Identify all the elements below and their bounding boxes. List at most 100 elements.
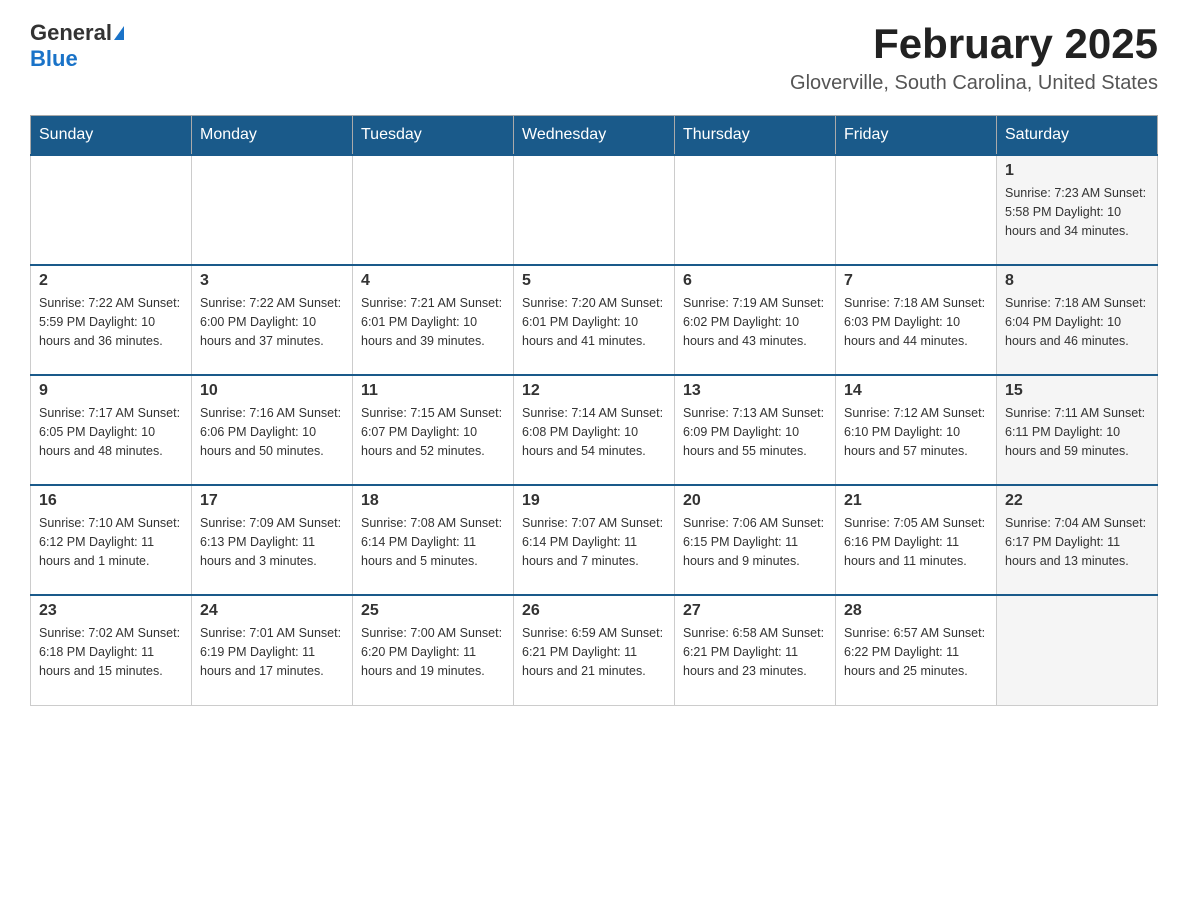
title-block: February 2025 Gloverville, South Carolin… [790,20,1158,95]
day-number: 14 [844,382,988,400]
calendar-cell: 24 Sunrise: 7:01 AM Sunset: 6:19 PM Dayli… [192,595,353,705]
day-info: Sunrise: 6:58 AM Sunset: 6:21 PM Dayligh… [683,624,827,680]
day-info: Sunrise: 6:57 AM Sunset: 6:22 PM Dayligh… [844,624,988,680]
day-number: 16 [39,492,183,510]
calendar-cell: 7 Sunrise: 7:18 AM Sunset: 6:03 PM Daylig… [836,265,997,375]
logo-general-text: General [30,20,112,46]
day-number: 21 [844,492,988,510]
weekday-header-wednesday: Wednesday [514,116,675,156]
weekday-header-tuesday: Tuesday [353,116,514,156]
subtitle: Gloverville, South Carolina, United Stat… [790,72,1158,95]
day-number: 1 [1005,162,1149,180]
week-row-3: 9 Sunrise: 7:17 AM Sunset: 6:05 PM Daylig… [31,375,1158,485]
calendar-cell: 19 Sunrise: 7:07 AM Sunset: 6:14 PM Dayli… [514,485,675,595]
week-row-1: 1 Sunrise: 7:23 AM Sunset: 5:58 PM Daylig… [31,155,1158,265]
day-info: Sunrise: 7:08 AM Sunset: 6:14 PM Dayligh… [361,514,505,570]
calendar-cell: 13 Sunrise: 7:13 AM Sunset: 6:09 PM Dayli… [675,375,836,485]
day-number: 13 [683,382,827,400]
day-info: Sunrise: 7:15 AM Sunset: 6:07 PM Dayligh… [361,404,505,460]
day-number: 18 [361,492,505,510]
logo-triangle-icon [114,26,124,40]
calendar-cell: 9 Sunrise: 7:17 AM Sunset: 6:05 PM Daylig… [31,375,192,485]
calendar-cell [675,155,836,265]
day-info: Sunrise: 7:23 AM Sunset: 5:58 PM Dayligh… [1005,184,1149,240]
logo: General Blue [30,20,124,72]
calendar-cell: 15Sunrise: 7:11 AM Sunset: 6:11 PM Dayli… [997,375,1158,485]
calendar-cell: 26 Sunrise: 6:59 AM Sunset: 6:21 PM Dayli… [514,595,675,705]
day-number: 22 [1005,492,1149,510]
day-number: 19 [522,492,666,510]
day-number: 24 [200,602,344,620]
day-info: Sunrise: 7:22 AM Sunset: 5:59 PM Dayligh… [39,294,183,350]
day-info: Sunrise: 7:06 AM Sunset: 6:15 PM Dayligh… [683,514,827,570]
calendar-cell [353,155,514,265]
day-info: Sunrise: 7:17 AM Sunset: 6:05 PM Dayligh… [39,404,183,460]
day-number: 2 [39,272,183,290]
calendar-cell [31,155,192,265]
calendar-cell: 21 Sunrise: 7:05 AM Sunset: 6:16 PM Dayli… [836,485,997,595]
day-info: Sunrise: 7:02 AM Sunset: 6:18 PM Dayligh… [39,624,183,680]
day-info: Sunrise: 7:22 AM Sunset: 6:00 PM Dayligh… [200,294,344,350]
day-info: Sunrise: 7:18 AM Sunset: 6:03 PM Dayligh… [844,294,988,350]
day-info: Sunrise: 7:09 AM Sunset: 6:13 PM Dayligh… [200,514,344,570]
calendar-cell: 12 Sunrise: 7:14 AM Sunset: 6:08 PM Dayli… [514,375,675,485]
day-number: 20 [683,492,827,510]
calendar-cell [514,155,675,265]
calendar-cell: 17 Sunrise: 7:09 AM Sunset: 6:13 PM Dayli… [192,485,353,595]
calendar-cell [997,595,1158,705]
day-number: 5 [522,272,666,290]
calendar-cell: 4Sunrise: 7:21 AM Sunset: 6:01 PM Daylig… [353,265,514,375]
day-info: Sunrise: 7:10 AM Sunset: 6:12 PM Dayligh… [39,514,183,570]
day-info: Sunrise: 7:20 AM Sunset: 6:01 PM Dayligh… [522,294,666,350]
day-number: 26 [522,602,666,620]
day-number: 6 [683,272,827,290]
calendar-cell: 1 Sunrise: 7:23 AM Sunset: 5:58 PM Daylig… [997,155,1158,265]
calendar-cell: 3Sunrise: 7:22 AM Sunset: 6:00 PM Daylig… [192,265,353,375]
calendar-cell: 28 Sunrise: 6:57 AM Sunset: 6:22 PM Dayli… [836,595,997,705]
day-number: 10 [200,382,344,400]
calendar-cell: 5 Sunrise: 7:20 AM Sunset: 6:01 PM Daylig… [514,265,675,375]
page-header: General Blue February 2025 Gloverville, … [30,20,1158,95]
calendar-table: SundayMondayTuesdayWednesdayThursdayFrid… [30,115,1158,706]
day-number: 8 [1005,272,1149,290]
day-number: 23 [39,602,183,620]
calendar-cell: 10Sunrise: 7:16 AM Sunset: 6:06 PM Dayli… [192,375,353,485]
calendar-cell: 16 Sunrise: 7:10 AM Sunset: 6:12 PM Dayli… [31,485,192,595]
day-number: 9 [39,382,183,400]
day-info: Sunrise: 7:07 AM Sunset: 6:14 PM Dayligh… [522,514,666,570]
calendar-cell: 18 Sunrise: 7:08 AM Sunset: 6:14 PM Dayli… [353,485,514,595]
calendar-cell [192,155,353,265]
day-number: 11 [361,382,505,400]
day-info: Sunrise: 7:18 AM Sunset: 6:04 PM Dayligh… [1005,294,1149,350]
day-info: Sunrise: 7:04 AM Sunset: 6:17 PM Dayligh… [1005,514,1149,570]
day-number: 7 [844,272,988,290]
day-number: 17 [200,492,344,510]
calendar-cell: 2 Sunrise: 7:22 AM Sunset: 5:59 PM Daylig… [31,265,192,375]
day-info: Sunrise: 6:59 AM Sunset: 6:21 PM Dayligh… [522,624,666,680]
week-row-2: 2 Sunrise: 7:22 AM Sunset: 5:59 PM Daylig… [31,265,1158,375]
calendar-cell: 23 Sunrise: 7:02 AM Sunset: 6:18 PM Dayli… [31,595,192,705]
day-info: Sunrise: 7:12 AM Sunset: 6:10 PM Dayligh… [844,404,988,460]
day-info: Sunrise: 7:01 AM Sunset: 6:19 PM Dayligh… [200,624,344,680]
weekday-header-row: SundayMondayTuesdayWednesdayThursdayFrid… [31,116,1158,156]
week-row-5: 23 Sunrise: 7:02 AM Sunset: 6:18 PM Dayli… [31,595,1158,705]
calendar-cell: 22 Sunrise: 7:04 AM Sunset: 6:17 PM Dayli… [997,485,1158,595]
day-number: 12 [522,382,666,400]
calendar-cell [836,155,997,265]
weekday-header-monday: Monday [192,116,353,156]
day-info: Sunrise: 7:14 AM Sunset: 6:08 PM Dayligh… [522,404,666,460]
calendar-cell: 14 Sunrise: 7:12 AM Sunset: 6:10 PM Dayli… [836,375,997,485]
day-number: 28 [844,602,988,620]
day-number: 25 [361,602,505,620]
week-row-4: 16 Sunrise: 7:10 AM Sunset: 6:12 PM Dayli… [31,485,1158,595]
calendar-cell: 27 Sunrise: 6:58 AM Sunset: 6:21 PM Dayli… [675,595,836,705]
day-number: 27 [683,602,827,620]
calendar-cell: 8 Sunrise: 7:18 AM Sunset: 6:04 PM Daylig… [997,265,1158,375]
calendar-cell: 11 Sunrise: 7:15 AM Sunset: 6:07 PM Dayli… [353,375,514,485]
day-info: Sunrise: 7:19 AM Sunset: 6:02 PM Dayligh… [683,294,827,350]
day-info: Sunrise: 7:13 AM Sunset: 6:09 PM Dayligh… [683,404,827,460]
weekday-header-sunday: Sunday [31,116,192,156]
calendar-cell: 6 Sunrise: 7:19 AM Sunset: 6:02 PM Daylig… [675,265,836,375]
calendar-cell: 20 Sunrise: 7:06 AM Sunset: 6:15 PM Dayli… [675,485,836,595]
day-info: Sunrise: 7:05 AM Sunset: 6:16 PM Dayligh… [844,514,988,570]
